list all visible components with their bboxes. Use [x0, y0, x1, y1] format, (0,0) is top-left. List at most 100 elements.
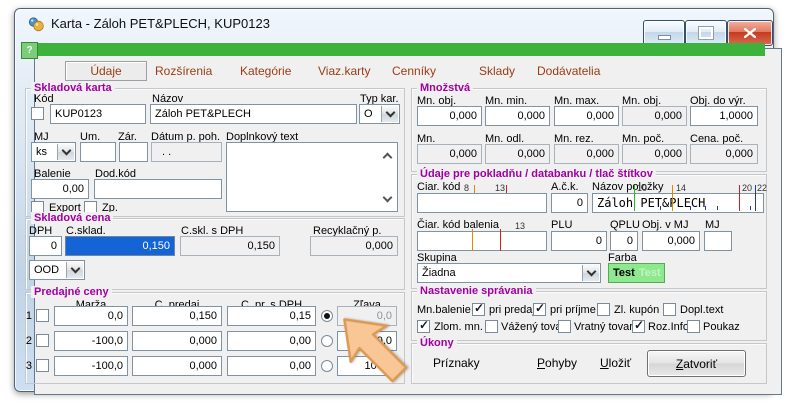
- ciar-kod-balenia-input[interactable]: [417, 231, 547, 251]
- ack-input[interactable]: 0: [551, 193, 588, 213]
- chevron-down-icon: [385, 108, 395, 118]
- tab-sklady[interactable]: Sklady: [479, 64, 515, 78]
- obj-do-vyr-input[interactable]: 1,0000: [690, 106, 758, 126]
- mn-field: 0,000: [417, 144, 482, 164]
- price-row1-checkbox[interactable]: [36, 309, 49, 322]
- mj-value: ks: [36, 146, 47, 158]
- ulozit-button[interactable]: Uložiť: [600, 356, 631, 370]
- zlom-mn-checkbox[interactable]: [417, 320, 430, 333]
- price-row-number: 2: [20, 335, 32, 347]
- group-title-skladova-cena: Skladová cena: [31, 212, 113, 224]
- ood-dropdown-button[interactable]: [66, 262, 83, 278]
- kod-input[interactable]: KUP0123: [50, 104, 146, 124]
- dodkod-input[interactable]: [94, 179, 222, 199]
- skupina-combobox[interactable]: Žiadna: [417, 263, 601, 283]
- c-predaj-row3-input[interactable]: 0,000: [132, 356, 222, 376]
- c-predaj-row1-input[interactable]: 0,150: [132, 306, 222, 326]
- balenie-input[interactable]: 0,00: [31, 179, 89, 199]
- zatvorit-accel: Z: [676, 357, 683, 371]
- nazov-input[interactable]: Záloh PET&PLECH: [150, 104, 357, 124]
- mj2-input[interactable]: [704, 231, 732, 251]
- window-title: Karta - Záloh PET&PLECH, KUP0123: [51, 16, 270, 31]
- farba-button[interactable]: Test Test: [608, 263, 665, 283]
- tab-udaje[interactable]: Údaje: [65, 61, 147, 81]
- ack-label: A.č.k.: [551, 181, 579, 193]
- toolbar-green-bar: [21, 43, 765, 56]
- zl-kupon-checkbox[interactable]: [597, 303, 610, 316]
- poukaz-label: Poukaz: [703, 321, 740, 333]
- poukaz-checkbox[interactable]: [687, 320, 700, 333]
- maximize-icon: [699, 27, 713, 39]
- ood-combobox[interactable]: OOD: [29, 260, 85, 280]
- pohyby-accel: P: [537, 356, 545, 370]
- c-pr-s-dph-row2-input[interactable]: 0,00: [227, 331, 316, 351]
- price-row-number: 1: [20, 310, 32, 322]
- chevron-down-icon: [61, 146, 71, 156]
- zatvorit-button[interactable]: Zatvoriť: [647, 350, 746, 377]
- scroll-down-icon[interactable]: [383, 193, 393, 203]
- tab-rozsirenia[interactable]: Rozšírenia: [155, 64, 212, 78]
- mn-max-input[interactable]: 0,000: [554, 106, 619, 126]
- um-input[interactable]: [80, 142, 116, 162]
- kod-checkbox[interactable]: [31, 107, 44, 120]
- help-button[interactable]: ?: [21, 42, 38, 59]
- tab-kategorie[interactable]: Kategórie: [240, 64, 291, 78]
- price-row1-radio[interactable]: [321, 310, 333, 322]
- price-row2-checkbox[interactable]: [36, 334, 49, 347]
- plu-input[interactable]: 0: [551, 231, 607, 251]
- marza-row3-input[interactable]: -100,0: [54, 356, 128, 376]
- tab-cenniky[interactable]: Cenníky: [392, 64, 436, 78]
- dph-input[interactable]: 0: [29, 236, 62, 256]
- chevron-down-icon: [586, 267, 596, 277]
- vazeny-tovar-checkbox[interactable]: [485, 320, 498, 333]
- vratny-tovar-label: Vratný tovar: [574, 321, 633, 333]
- mj-combobox[interactable]: ks: [31, 142, 76, 162]
- skupina-dropdown-button[interactable]: [582, 265, 599, 281]
- farba-value-ghost: Test: [639, 267, 661, 279]
- ciar-kod-input[interactable]: [417, 193, 547, 213]
- doplnkovy-text-textarea[interactable]: [226, 142, 398, 212]
- app-icon: [28, 16, 45, 32]
- priznaky-button[interactable]: Príznaky: [433, 356, 480, 370]
- pohyby-button[interactable]: Pohyby: [537, 356, 577, 370]
- roz-info-checkbox[interactable]: [632, 320, 645, 333]
- tab-viaz-karty[interactable]: Viaz.karty: [318, 64, 370, 78]
- mn-poc-field: 0,000: [622, 144, 687, 164]
- zar-input[interactable]: [119, 142, 148, 162]
- tab-dodavatelia[interactable]: Dodávatelia: [537, 64, 600, 78]
- pri-prijme-checkbox[interactable]: [533, 303, 546, 316]
- cena-poc-field: 0,000: [690, 144, 758, 164]
- mn-min-input[interactable]: 0,000: [485, 106, 550, 126]
- balenia-mark-13: 13: [515, 221, 525, 231]
- pri-predaji-checkbox[interactable]: [472, 303, 485, 316]
- balenia-mark-line-orange: [472, 229, 473, 251]
- csklad-input[interactable]: 0,150: [65, 236, 175, 256]
- vratny-tovar-checkbox[interactable]: [558, 320, 571, 333]
- group-title-pokladna: Údaje pre pokladňu / databanku / tlač št…: [417, 168, 656, 180]
- char-tick: [750, 206, 751, 210]
- dopl-text-label: Dopl.text: [680, 304, 723, 316]
- mn-obj-input[interactable]: 0,000: [417, 106, 482, 126]
- group-title-ukony: Úkony: [417, 337, 457, 349]
- typ-kar-dropdown-button[interactable]: [381, 106, 398, 122]
- marza-row2-input[interactable]: -100,0: [54, 331, 128, 351]
- scroll-up-icon[interactable]: [383, 153, 393, 163]
- name-mark-line-green: [634, 185, 635, 211]
- dopl-text-checkbox[interactable]: [663, 303, 676, 316]
- obj-v-mj-input[interactable]: 0,000: [642, 231, 700, 251]
- price-row3-checkbox[interactable]: [36, 359, 49, 372]
- c-pr-s-dph-row1-input[interactable]: 0,15: [227, 306, 316, 326]
- ciar-kod-label: Ciar. kód: [417, 181, 460, 193]
- balenia-mark-line-red: [500, 229, 501, 251]
- c-pr-s-dph-row3-input[interactable]: 0,00: [227, 356, 316, 376]
- qplu-input[interactable]: 0: [610, 231, 638, 251]
- typ-kar-combobox[interactable]: O: [359, 104, 400, 124]
- mj-dropdown-button[interactable]: [57, 144, 74, 160]
- farba-value: Test: [613, 267, 635, 279]
- name-mark-14: 14: [676, 183, 686, 193]
- c-predaj-row2-input[interactable]: 0,000: [132, 331, 222, 351]
- price-row3-radio[interactable]: [321, 360, 333, 372]
- marza-row1-input[interactable]: 0,0: [54, 306, 128, 326]
- zl-kupon-label: Zl. kupón: [614, 304, 659, 316]
- cskl-sdph-field[interactable]: 0,150: [180, 236, 280, 256]
